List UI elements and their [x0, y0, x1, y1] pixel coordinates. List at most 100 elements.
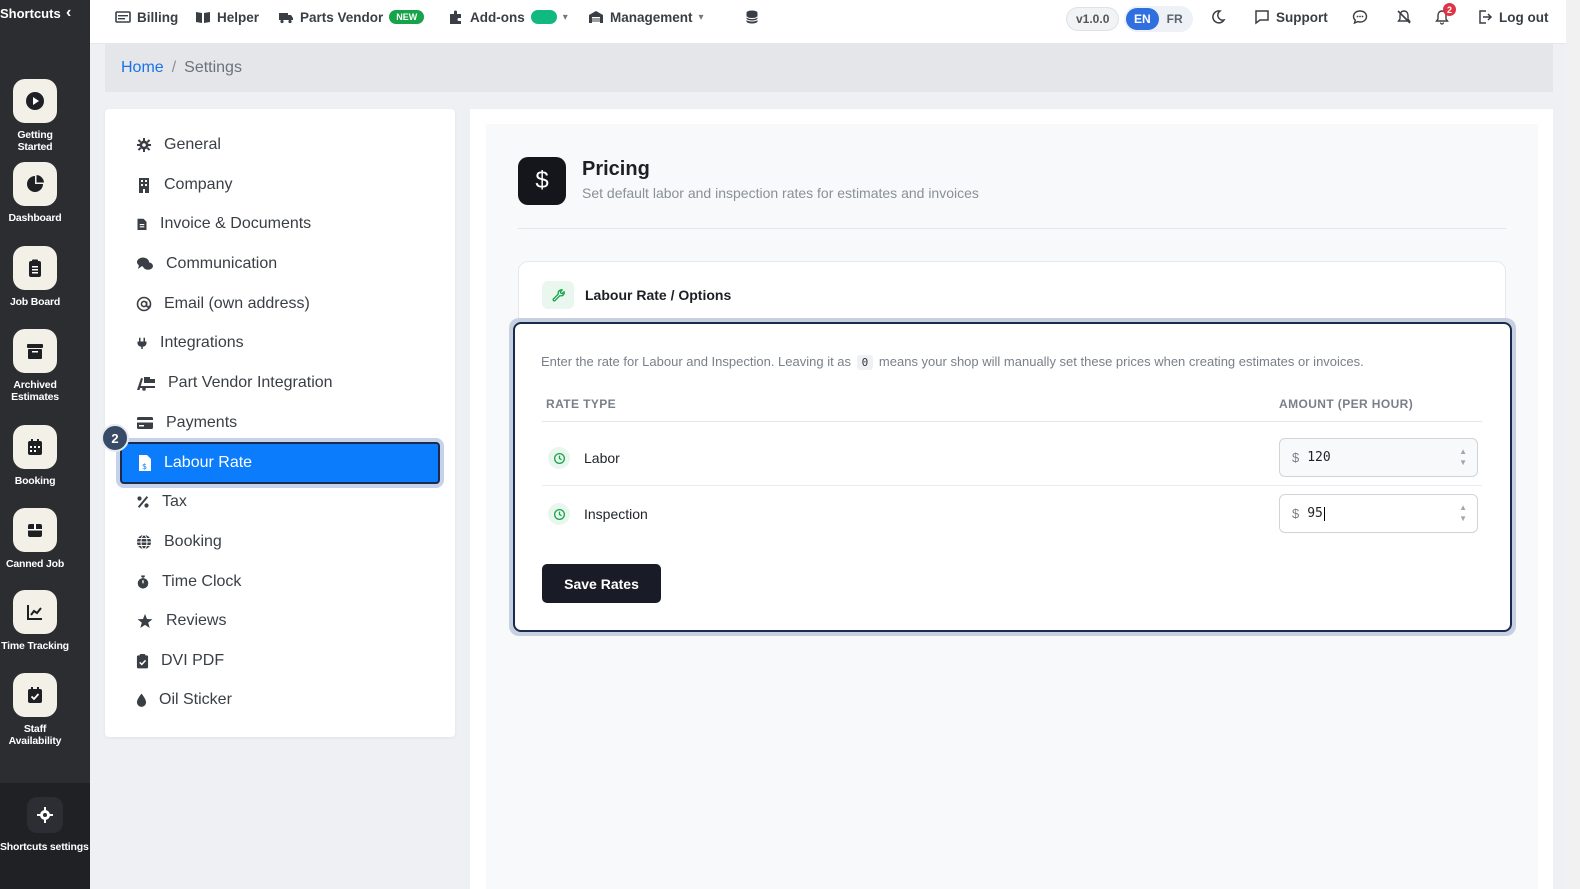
management-label: Management [610, 9, 693, 25]
box-icon [13, 508, 57, 552]
nav-item-dvi-pdf[interactable]: DVI PDF [136, 641, 486, 681]
helper-link[interactable]: Helper [195, 9, 259, 25]
addons-menu[interactable]: Add-ons ▾ [448, 9, 568, 25]
calendar-check-icon [13, 673, 57, 717]
rate-type-label: Inspection [584, 506, 648, 522]
addons-label: Add-ons [470, 9, 525, 25]
shortcuts-sidebar: Shortcuts ‹ Getting Started Dashboard Jo… [0, 0, 90, 889]
help-text-after: means your shop will manually set these … [878, 354, 1364, 369]
nav-item-reviews[interactable]: Reviews [136, 601, 486, 641]
chat-square-icon [1255, 10, 1269, 25]
shortcut-canned-job[interactable]: Canned Job [0, 508, 70, 570]
shortcut-job-board[interactable]: Job Board [0, 246, 70, 308]
parts-vendor-link[interactable]: Parts Vendor NEW [278, 9, 425, 25]
nav-item-invoice-documents[interactable]: Invoice & Documents [136, 204, 486, 244]
inspection-rate-input[interactable]: $ 95 ▲ ▼ [1279, 494, 1478, 533]
nav-label: General [164, 136, 221, 153]
nav-item-labour-rate[interactable]: $ Labour Rate [116, 438, 444, 488]
nav-label: Email (own address) [164, 295, 310, 312]
shortcuts-settings[interactable]: Shortcuts settings [0, 783, 90, 889]
shortcut-dashboard[interactable]: Dashboard [0, 162, 70, 224]
shortcut-staff-availability[interactable]: Staff Availability [0, 673, 70, 747]
dark-mode-toggle[interactable] [1210, 9, 1226, 25]
page-scrollbar[interactable] [1566, 0, 1580, 889]
shortcut-label: Booking [14, 475, 56, 487]
nav-item-part-vendor-integration[interactable]: Part Vendor Integration [136, 363, 486, 403]
nav-label: DVI PDF [161, 652, 225, 669]
parts-vendor-label: Parts Vendor [300, 9, 384, 25]
save-rates-button[interactable]: Save Rates [542, 564, 661, 603]
database-button[interactable] [744, 9, 760, 25]
stopwatch-icon [137, 575, 149, 589]
truck-loading-icon [137, 377, 155, 391]
nav-label: Time Clock [162, 573, 242, 590]
breadcrumb-home[interactable]: Home [121, 59, 164, 77]
shortcut-getting-started[interactable]: Getting Started [0, 79, 70, 153]
clipboard-check-icon [136, 654, 149, 669]
nav-item-payments[interactable]: Payments [136, 403, 486, 443]
file-dollar-icon: $ [139, 455, 151, 471]
number-spinner-icon[interactable]: ▲ ▼ [1459, 502, 1467, 524]
nav-item-oil-sticker[interactable]: Oil Sticker [136, 680, 486, 720]
chat-bubble-icon [1352, 10, 1368, 25]
shortcut-label: Job Board [9, 296, 61, 308]
nav-item-communication[interactable]: Communication [136, 244, 486, 284]
nav-item-integrations[interactable]: Integrations [136, 323, 486, 363]
notifications-button[interactable]: 2 [1434, 3, 1456, 25]
truck-icon [279, 13, 293, 24]
dollar-icon: $ [518, 157, 566, 205]
shortcut-time-tracking[interactable]: Time Tracking [0, 590, 70, 652]
warehouse-icon [589, 11, 603, 23]
billing-link[interactable]: Billing [115, 9, 178, 25]
plug-icon [137, 337, 147, 349]
management-menu[interactable]: Management ▾ [588, 9, 704, 25]
support-link[interactable]: Support [1254, 9, 1328, 25]
language-switch[interactable]: EN FR [1124, 6, 1193, 32]
number-spinner-icon[interactable]: ▲ ▼ [1459, 446, 1467, 468]
gear-icon [27, 797, 63, 833]
shortcut-archived-estimates[interactable]: Archived Estimates [0, 329, 70, 403]
nav-item-email[interactable]: Email (own address) [136, 284, 486, 324]
nav-label: Part Vendor Integration [168, 374, 333, 391]
logout-button[interactable]: Log out [1477, 9, 1548, 25]
nav-item-company[interactable]: Company [136, 165, 486, 205]
top-navbar: Billing Helper Parts Vendor NEW Add-ons … [90, 0, 1580, 44]
currency-symbol: $ [1292, 506, 1300, 521]
labor-rate-value: 120 [1307, 450, 1331, 465]
globe-icon [137, 534, 151, 550]
messages-button[interactable] [1352, 9, 1368, 25]
collapse-chevron-icon[interactable]: ‹ [66, 4, 71, 22]
shortcut-label: Time Tracking [1, 640, 69, 652]
lang-fr[interactable]: FR [1159, 8, 1191, 30]
shortcut-label: Staff Availability [8, 723, 62, 747]
step-badge: 2 [101, 424, 129, 452]
nav-label: Invoice & Documents [160, 215, 312, 232]
version-badge: v1.0.0 [1066, 7, 1120, 31]
breadcrumb: Home / Settings [105, 44, 1553, 92]
gear-icon [137, 138, 151, 152]
nav-label: Company [164, 176, 233, 193]
mute-notifications-button[interactable] [1396, 9, 1412, 25]
nav-item-time-clock[interactable]: Time Clock [136, 562, 486, 602]
addons-toggle[interactable] [530, 10, 557, 24]
billing-label: Billing [137, 9, 179, 25]
building-icon [139, 178, 149, 193]
play-icon [13, 79, 57, 123]
lang-en[interactable]: EN [1126, 8, 1159, 30]
nav-label: Integrations [160, 334, 244, 351]
moon-icon [1212, 10, 1226, 24]
comments-icon [137, 257, 153, 270]
breadcrumb-separator: / [171, 59, 177, 76]
nav-item-tax[interactable]: Tax [136, 482, 486, 522]
file-invoice-icon [137, 218, 147, 230]
star-icon [137, 614, 153, 628]
bell-slash-icon [1397, 10, 1411, 24]
nav-item-general[interactable]: General [136, 125, 486, 165]
chevron-down-icon: ▾ [562, 11, 568, 23]
at-icon [136, 296, 152, 312]
labor-rate-input[interactable]: $ 120 ▲ ▼ [1279, 438, 1478, 477]
nav-item-booking[interactable]: Booking [136, 522, 486, 562]
svg-text:$: $ [142, 462, 147, 471]
shortcut-booking[interactable]: Booking [0, 425, 70, 487]
logout-label: Log out [1499, 9, 1549, 25]
